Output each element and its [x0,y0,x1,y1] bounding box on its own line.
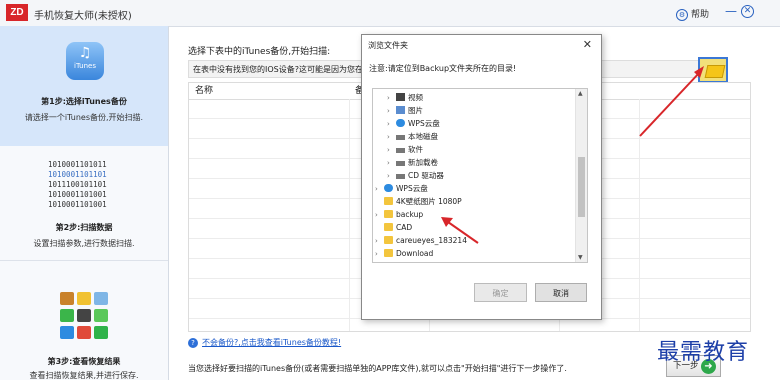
tree-item[interactable]: › WPS云盘 [375,182,428,195]
step1-panel[interactable]: ♫ iTunes 第1步:选择iTunes备份 请选择一个iTunes备份,开始扫… [0,26,168,146]
folder-icon [384,236,393,244]
column-name[interactable]: 名称 [195,83,213,99]
drive-icon [396,148,405,153]
tree-item[interactable]: › CD 驱动器 [387,169,444,182]
folder-icon [384,223,393,231]
tree-scrollbar[interactable]: ▲ ▼ [575,89,587,262]
help-label: 帮助 [691,10,710,20]
tree-item[interactable]: › Download [375,247,433,260]
cloud-icon [384,184,393,192]
itunes-icon: ♫ iTunes [66,42,104,80]
folder-tree[interactable]: › 视频 › 图片 › WPS云盘 › 本地磁盘 › 软件 › 新加载卷 › CD 驱动器 ›… [372,88,588,263]
step1-desc: 请选择一个iTunes备份,开始扫描. [24,113,144,122]
tree-item[interactable]: CAD [375,221,412,234]
dialog-instruction: 注意:请定位到Backup文件夹所在的目录! [369,64,517,73]
step3-title: 第3步:查看恢复结果 [47,357,121,366]
instruction-text: 当您选择好要扫描的iTunes备份(或者需要扫描单独的APP库文件),就可以点击… [188,364,567,373]
cancel-button[interactable]: 取消 [535,283,587,302]
folder-icon [704,65,726,78]
tree-item-backup[interactable]: › backup [375,208,423,221]
tree-item[interactable]: › WPS云盘 [387,117,440,130]
ok-button[interactable]: 确定 [474,283,527,302]
folder-icon [384,197,393,205]
tree-item[interactable]: › 新加载卷 [387,156,438,169]
divider [0,260,168,261]
close-button[interactable]: ✕ [741,5,754,18]
folder-icon [384,249,393,257]
step3-desc: 查看扫描恢复结果,并进行保存. [29,371,139,380]
drive-icon [396,161,405,166]
cloud-icon [396,119,405,127]
divider [639,99,640,331]
watermark: 最需教育 [657,340,750,365]
question-icon: ? [188,338,198,348]
dialog-title: 浏览文件夹 [368,41,408,50]
step1-title: 第1步:选择iTunes备份 [41,97,127,106]
picture-icon [396,106,405,114]
apps-icon [60,292,108,340]
tree-item[interactable]: 4K壁纸图片 1080P [375,195,462,208]
step2-desc: 设置扫描参数,进行数据扫描. [33,239,135,248]
select-prompt: 选择下表中的iTunes备份,开始扫描: [188,47,331,57]
app-title: 手机恢复大师(未授权) [34,11,132,22]
backup-tutorial-link[interactable]: ? 不会备份?,点击我查看iTunes备份教程! [188,337,341,348]
browse-folder-button[interactable] [698,57,728,83]
title-bar: ZD 手机恢复大师(未授权) ⚙ 帮助 — ✕ [0,0,780,27]
help-icon: ⚙ [676,9,688,21]
folder-icon [384,210,393,218]
help-button[interactable]: ⚙ 帮助 [676,7,709,21]
video-icon [396,93,405,101]
minimize-button[interactable]: — [725,4,737,18]
browse-folder-dialog: 浏览文件夹 ✕ 注意:请定位到Backup文件夹所在的目录! › 视频 › 图片 ›… [361,34,602,320]
tree-item[interactable]: › careueyes_183214 [375,234,467,247]
cd-icon [396,174,405,179]
drive-icon [396,135,405,140]
scan-binary-illustration: 1010001101011 1010001101101 101110010110… [48,160,107,209]
app-logo: ZD [6,4,28,21]
sidebar: ♫ iTunes 第1步:选择iTunes备份 请选择一个iTunes备份,开始扫… [0,26,169,380]
chevron-up-icon[interactable]: ▲ [578,90,583,97]
tree-item[interactable]: › 本地磁盘 [387,130,438,143]
tree-item[interactable]: › 图片 [387,104,423,117]
divider [349,99,350,331]
chevron-down-icon[interactable]: ▼ [578,254,583,261]
tree-item[interactable]: › 软件 [387,143,423,156]
dialog-close-button[interactable]: ✕ [583,38,592,51]
step2-title: 第2步:扫描数据 [55,223,113,232]
scroll-thumb[interactable] [578,157,585,217]
tree-item[interactable]: › 视频 [387,91,423,104]
